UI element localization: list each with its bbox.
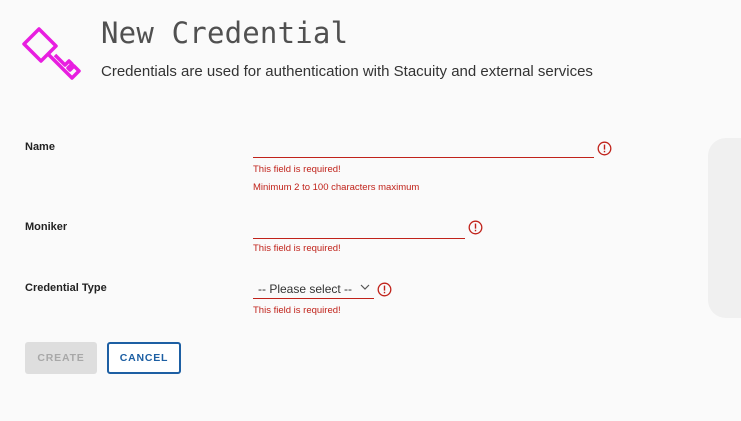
credential-type-selected: -- Please select -- bbox=[258, 281, 353, 296]
page-title: New Credential bbox=[101, 16, 349, 50]
moniker-label: Moniker bbox=[25, 221, 68, 233]
credential-type-label: Credential Type bbox=[25, 282, 107, 294]
cancel-button[interactable]: CANCEL bbox=[107, 342, 181, 374]
alert-icon bbox=[597, 141, 612, 156]
background-decoration bbox=[708, 138, 741, 318]
alert-icon bbox=[377, 282, 392, 297]
name-error-required: This field is required! bbox=[253, 164, 341, 175]
name-label: Name bbox=[25, 141, 55, 153]
moniker-error-required: This field is required! bbox=[253, 243, 341, 254]
alert-icon bbox=[468, 220, 483, 235]
create-button[interactable]: CREATE bbox=[25, 342, 97, 374]
name-input[interactable] bbox=[253, 140, 594, 158]
chevron-down-icon bbox=[360, 284, 370, 290]
page-subtitle: Credentials are used for authentication … bbox=[101, 63, 593, 80]
name-error-length: Minimum 2 to 100 characters maximum bbox=[253, 182, 420, 193]
credential-type-select[interactable]: -- Please select -- bbox=[253, 279, 374, 299]
moniker-input[interactable] bbox=[253, 221, 465, 239]
credential-type-error-required: This field is required! bbox=[253, 305, 341, 316]
key-icon bbox=[22, 27, 81, 80]
